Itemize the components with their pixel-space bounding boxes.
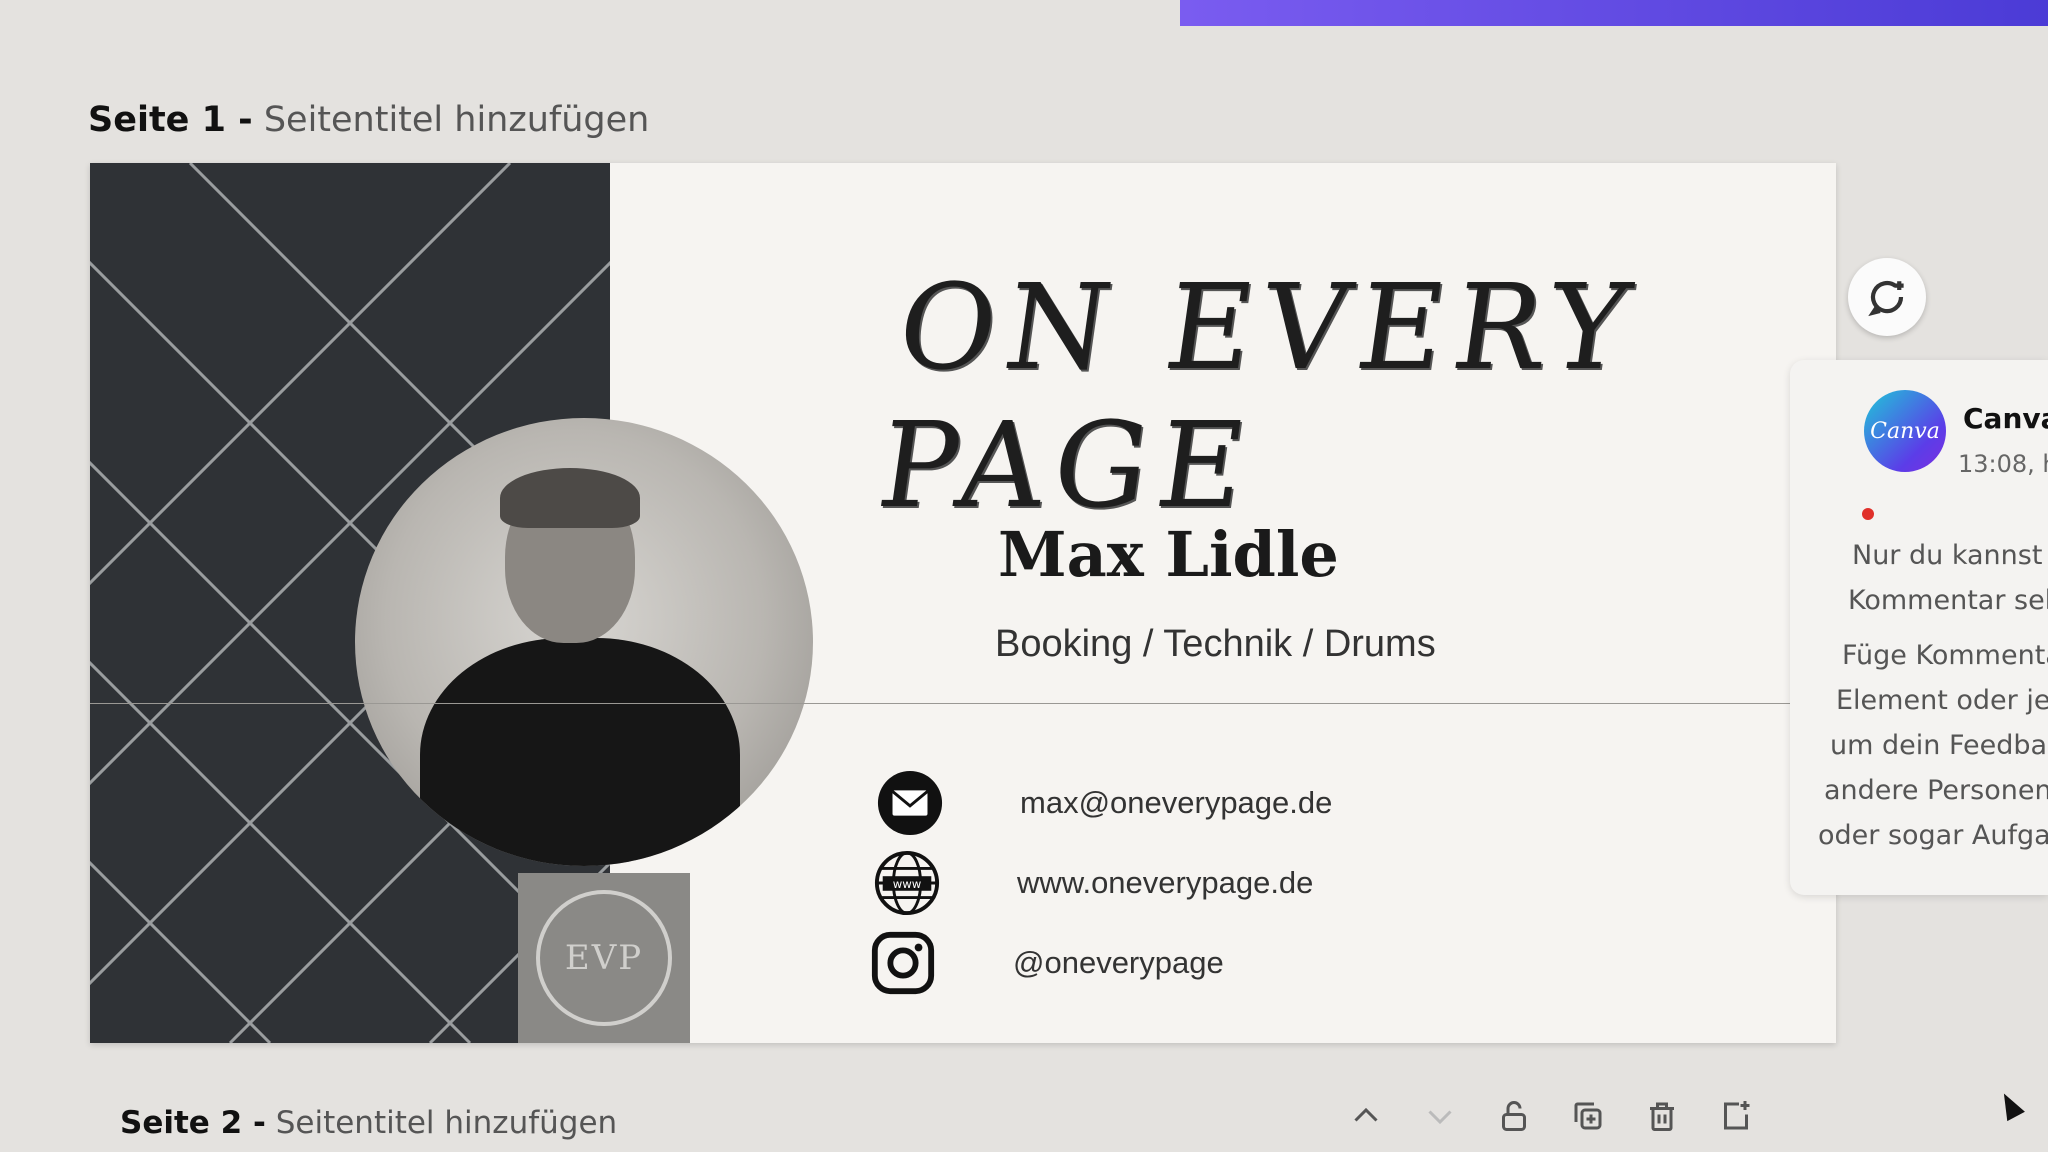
unread-dot <box>1862 508 1874 520</box>
comment-author: Canva <box>1963 402 2048 435</box>
band-logo[interactable]: EVP <box>518 873 690 1043</box>
design-canvas[interactable]: EVP ON EVERY PAGE Max Lidle Booking / Te… <box>90 163 1836 1043</box>
person-role[interactable]: Booking / Technik / Drums <box>995 623 1436 666</box>
comment-line-1: Nur du kannst d <box>1852 540 2048 571</box>
comment-time: 13:08, h <box>1958 450 2048 478</box>
page-2-label[interactable]: Seite 2 - Seitentitel hinzufügen <box>120 1105 617 1141</box>
trash-icon <box>1650 1102 1674 1131</box>
person-name[interactable]: Max Lidle <box>998 518 1339 591</box>
canva-avatar: Canva <box>1864 390 1946 472</box>
add-page-icon <box>1724 1101 1750 1130</box>
duplicate-icon <box>1574 1102 1602 1130</box>
page-2-number: Seite 2 - <box>120 1105 266 1141</box>
brand-title[interactable]: ON EVERY PAGE <box>871 258 1790 534</box>
add-comment-button[interactable] <box>1848 258 1926 336</box>
website-text: www.oneverypage.de <box>1017 865 1314 900</box>
comment-panel: Canva Canva 13:08, h Nur du kannst d Kom… <box>1790 360 2048 895</box>
comment-line-2: Kommentar seh <box>1848 585 2048 616</box>
page-2-lock-button[interactable] <box>1493 1095 1535 1137</box>
lock-icon <box>1502 1101 1526 1131</box>
contact-instagram[interactable]: @oneverypage <box>868 928 1224 998</box>
comment-line-4: Element oder jed <box>1836 685 2048 716</box>
photo-hair <box>500 468 640 528</box>
mouse-cursor <box>1995 1088 2025 1122</box>
chevron-down-icon <box>1428 1110 1452 1125</box>
page-1-title[interactable]: Seitentitel hinzufügen <box>264 100 650 140</box>
page-2-toolbar <box>1345 1095 1757 1137</box>
comment-line-5: um dein Feedbac <box>1830 730 2048 761</box>
globe-www-label: www <box>893 877 922 891</box>
page-2-delete-button[interactable] <box>1641 1095 1683 1137</box>
photo-body <box>420 638 740 866</box>
page-2-move-down-button[interactable] <box>1419 1095 1461 1137</box>
comment-line-6: andere Personen <box>1824 775 2048 806</box>
top-accent-bar <box>1180 0 2048 26</box>
email-text: max@oneverypage.de <box>1020 785 1333 820</box>
page-2-move-up-button[interactable] <box>1345 1095 1387 1137</box>
comment-line-3: Füge Kommenta <box>1842 640 2048 671</box>
instagram-text: @oneverypage <box>1013 945 1224 980</box>
page-2-add-page-button[interactable] <box>1715 1095 1757 1137</box>
page-2-title[interactable]: Seitentitel hinzufügen <box>276 1105 617 1141</box>
comment-plus-icon <box>1868 280 1904 317</box>
profile-photo[interactable] <box>355 418 813 866</box>
page-2-duplicate-button[interactable] <box>1567 1095 1609 1137</box>
page-1-label[interactable]: Seite 1 - Seitentitel hinzufügen <box>88 100 649 140</box>
comment-line-7: oder sogar Aufgab <box>1818 820 2048 851</box>
chevron-up-icon <box>1354 1107 1378 1122</box>
contact-email[interactable]: max@oneverypage.de <box>875 768 1332 838</box>
mail-icon <box>875 768 945 838</box>
logo-seal: EVP <box>536 890 672 1026</box>
contact-website[interactable]: www www.oneverypage.de <box>872 848 1313 918</box>
instagram-icon <box>868 928 938 998</box>
guide-line <box>90 703 1836 704</box>
globe-icon: www <box>872 848 942 918</box>
page-1-number: Seite 1 - <box>88 100 253 140</box>
